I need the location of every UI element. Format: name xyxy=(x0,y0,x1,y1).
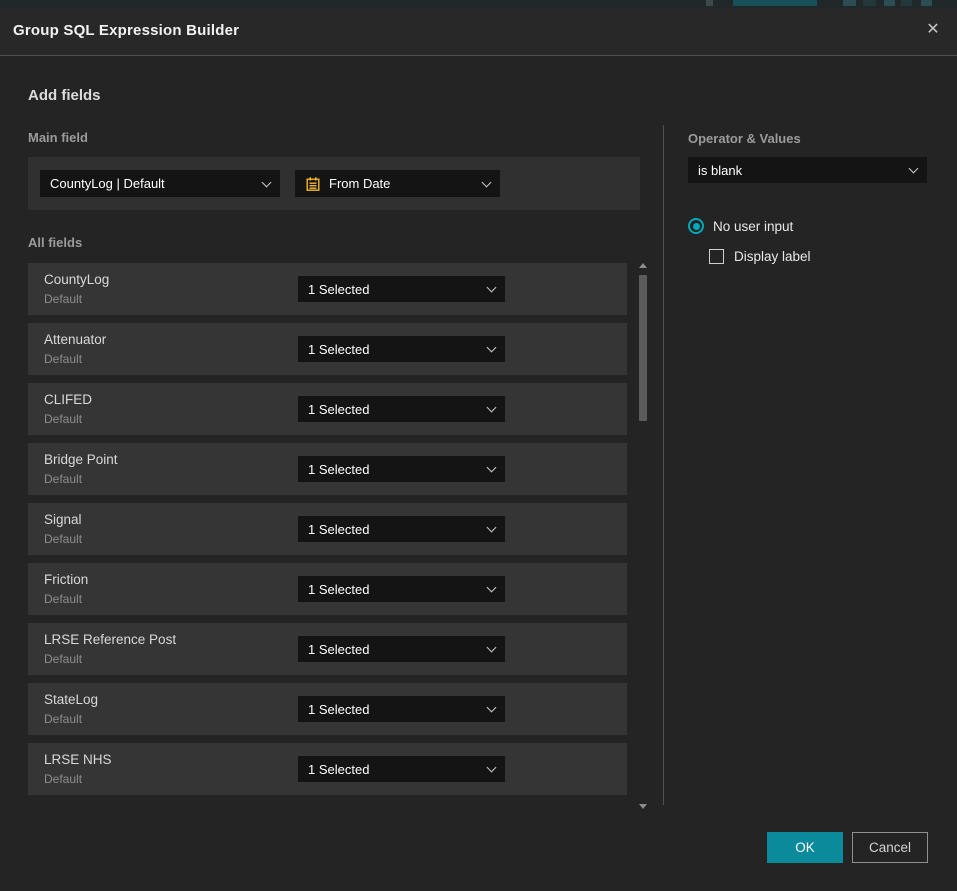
field-selected-dropdown[interactable]: 1 Selected xyxy=(298,516,505,542)
chevron-down-icon xyxy=(482,177,492,187)
background-fragment xyxy=(863,0,876,6)
field-selected-dropdown[interactable]: 1 Selected xyxy=(298,276,505,302)
main-field-source-select[interactable]: CountyLog | Default xyxy=(40,170,280,197)
all-fields-label: All fields xyxy=(28,235,82,250)
field-selected-value: 1 Selected xyxy=(308,762,369,777)
field-selected-value: 1 Selected xyxy=(308,462,369,477)
field-selected-value: 1 Selected xyxy=(308,642,369,657)
scrollbar-up-arrow-icon[interactable] xyxy=(639,263,647,268)
chevron-down-icon xyxy=(487,343,497,353)
field-sublabel: Default xyxy=(44,472,82,486)
display-label-text: Display label xyxy=(734,249,811,264)
field-row: LRSE NHS Default 1 Selected xyxy=(28,743,627,795)
field-sublabel: Default xyxy=(44,652,82,666)
background-fragment xyxy=(843,0,856,6)
display-label-checkbox[interactable]: Display label xyxy=(709,249,811,264)
field-selected-value: 1 Selected xyxy=(308,402,369,417)
field-row: Bridge Point Default 1 Selected xyxy=(28,443,627,495)
field-row: StateLog Default 1 Selected xyxy=(28,683,627,735)
field-row: CLIFED Default 1 Selected xyxy=(28,383,627,435)
field-name: Attenuator xyxy=(44,332,106,347)
list-scrollbar[interactable] xyxy=(636,263,650,809)
chevron-down-icon xyxy=(487,763,497,773)
scrollbar-thumb[interactable] xyxy=(639,275,647,421)
radio-selected-icon xyxy=(688,218,704,234)
chevron-down-icon xyxy=(487,583,497,593)
field-row: CountyLog Default 1 Selected xyxy=(28,263,627,315)
field-selected-dropdown[interactable]: 1 Selected xyxy=(298,336,505,362)
field-selected-dropdown[interactable]: 1 Selected xyxy=(298,576,505,602)
field-selected-dropdown[interactable]: 1 Selected xyxy=(298,696,505,722)
cancel-button[interactable]: Cancel xyxy=(852,832,928,863)
field-sublabel: Default xyxy=(44,532,82,546)
field-sublabel: Default xyxy=(44,772,82,786)
chevron-down-icon xyxy=(487,703,497,713)
field-selected-value: 1 Selected xyxy=(308,582,369,597)
field-row: LRSE Reference Post Default 1 Selected xyxy=(28,623,627,675)
field-sublabel: Default xyxy=(44,352,82,366)
chevron-down-icon xyxy=(487,463,497,473)
field-name: Friction xyxy=(44,572,88,587)
chevron-down-icon xyxy=(487,523,497,533)
field-sublabel: Default xyxy=(44,412,82,426)
field-name: Bridge Point xyxy=(44,452,118,467)
dialog-header: Group SQL Expression Builder ✕ xyxy=(0,8,957,56)
no-user-input-label: No user input xyxy=(713,219,793,234)
checkbox-unchecked-icon xyxy=(709,249,724,264)
close-icon[interactable]: ✕ xyxy=(922,19,944,41)
scrollbar-down-arrow-icon[interactable] xyxy=(639,804,647,809)
field-name: LRSE NHS xyxy=(44,752,112,767)
main-field-panel: CountyLog | Default From Date xyxy=(28,157,640,210)
chevron-down-icon xyxy=(487,403,497,413)
main-field-field-value: From Date xyxy=(329,176,390,191)
chevron-down-icon xyxy=(262,177,272,187)
field-selected-dropdown[interactable]: 1 Selected xyxy=(298,636,505,662)
field-selected-dropdown[interactable]: 1 Selected xyxy=(298,396,505,422)
background-fragment xyxy=(884,0,895,6)
chevron-down-icon xyxy=(487,283,497,293)
field-row: Attenuator Default 1 Selected xyxy=(28,323,627,375)
field-sublabel: Default xyxy=(44,712,82,726)
main-field-source-value: CountyLog | Default xyxy=(50,176,165,191)
group-sql-expression-builder-dialog: Group SQL Expression Builder ✕ Add field… xyxy=(0,8,957,891)
field-selected-value: 1 Selected xyxy=(308,282,369,297)
field-selected-value: 1 Selected xyxy=(308,342,369,357)
field-name: CLIFED xyxy=(44,392,92,407)
background-fragment xyxy=(706,0,713,6)
field-selected-dropdown[interactable]: 1 Selected xyxy=(298,456,505,482)
add-fields-heading: Add fields xyxy=(28,87,101,104)
field-name: LRSE Reference Post xyxy=(44,632,176,647)
field-sublabel: Default xyxy=(44,292,82,306)
main-field-label: Main field xyxy=(28,130,88,145)
background-fragment xyxy=(733,0,817,6)
operator-select[interactable]: is blank xyxy=(688,157,927,183)
main-field-field-select[interactable]: From Date xyxy=(295,170,500,197)
field-name: StateLog xyxy=(44,692,98,707)
no-user-input-radio[interactable]: No user input xyxy=(688,218,793,234)
ok-button[interactable]: OK xyxy=(767,832,843,863)
panel-divider xyxy=(663,125,664,805)
operator-select-value: is blank xyxy=(698,163,742,178)
field-selected-dropdown[interactable]: 1 Selected xyxy=(298,756,505,782)
background-fragment xyxy=(921,0,932,6)
chevron-down-icon xyxy=(487,643,497,653)
background-fragment xyxy=(901,0,912,6)
chevron-down-icon xyxy=(909,164,919,174)
background-app-strip xyxy=(0,0,957,8)
field-selected-value: 1 Selected xyxy=(308,522,369,537)
operator-values-label: Operator & Values xyxy=(688,131,801,146)
field-row: Signal Default 1 Selected xyxy=(28,503,627,555)
field-row: Friction Default 1 Selected xyxy=(28,563,627,615)
calendar-icon xyxy=(305,176,321,192)
field-sublabel: Default xyxy=(44,592,82,606)
field-name: CountyLog xyxy=(44,272,109,287)
field-name: Signal xyxy=(44,512,82,527)
dialog-title: Group SQL Expression Builder xyxy=(13,22,239,39)
field-selected-value: 1 Selected xyxy=(308,702,369,717)
